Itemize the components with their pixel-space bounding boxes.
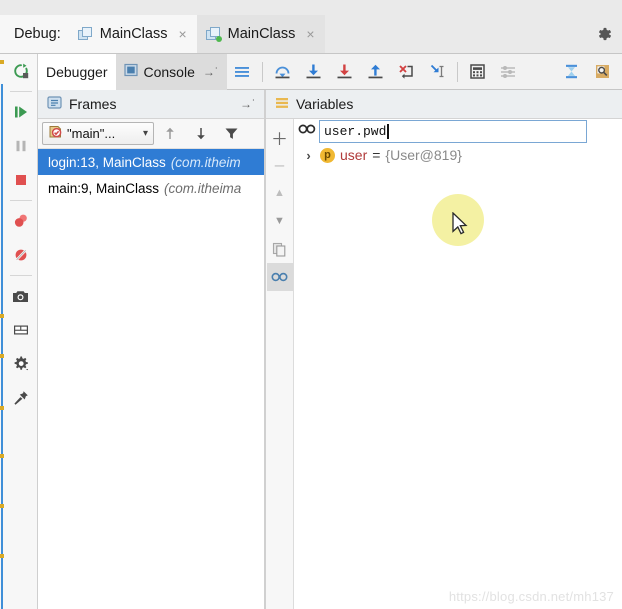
run-to-cursor-button[interactable] [422,57,453,87]
show-execution-point-button[interactable] [227,57,258,87]
rail-divider [9,200,32,201]
pin-button[interactable] [4,381,38,415]
rerun-button[interactable] [4,54,38,88]
variable-value: {User@819} [385,147,462,163]
step-into-button[interactable] [298,57,329,87]
class-file-icon [77,27,93,41]
pause-program-button[interactable] [4,129,38,163]
settings-filter-button[interactable] [493,57,524,87]
resume-program-button[interactable] [4,95,38,129]
force-step-into-button[interactable] [329,57,360,87]
variable-equals: = [372,147,381,163]
threads-button[interactable] [556,57,587,87]
tab-console[interactable]: Console →˙ [115,53,227,90]
watch-input-value: user.pwd [324,123,387,139]
copy-value-button[interactable] [267,235,293,263]
step-out-button[interactable] [360,57,391,87]
frames-icon [47,95,62,113]
thread-label: "main"... [67,126,116,141]
debug-actions-rail [4,54,38,609]
drop-frame-button[interactable] [391,57,422,87]
frame-row[interactable]: main:9, MainClass (com.itheima [38,175,265,201]
tab-console-label: Console [143,63,195,80]
inspect-button[interactable] [587,57,618,87]
debugger-toolbar: Debugger Console →˙ [38,53,622,90]
tab-debugger[interactable]: Debugger [38,53,116,90]
add-watch-button[interactable]: ＋ [267,123,293,151]
debug-label: Debug: [0,15,69,53]
window-tab-label: MainClass [99,26,168,42]
rail-divider [9,275,32,276]
layout-button[interactable] [4,313,38,347]
toggle-watches-button[interactable] [266,263,293,291]
frames-panel-header: Frames →˙ [38,90,265,119]
parameter-badge: p [320,147,335,163]
remove-watch-button[interactable]: – [267,151,293,179]
watermark: https://blog.csdn.net/mh137 [448,589,614,604]
expand-chevron-icon[interactable]: › [302,148,315,163]
variables-panel-header: Variables [266,90,622,119]
toolbar-divider [261,61,263,82]
console-icon [123,63,138,80]
mute-breakpoints-button[interactable] [4,238,38,272]
text-caret [387,123,389,139]
variables-panel: Variables ＋ – ▲ ▼ user.pwd › p user = {U… [266,90,622,609]
variable-name: user [340,147,368,163]
screenshot-button[interactable] [4,279,38,313]
close-icon[interactable]: × [178,27,186,41]
variables-title: Variables [296,96,354,112]
watch-input[interactable]: user.pwd [319,119,587,143]
settings-button[interactable] [4,347,38,381]
rail-divider [9,91,32,92]
thread-selector[interactable]: "main"... ▾ [42,122,154,145]
window-tab-mainclass-2[interactable]: MainClass × [196,15,325,53]
frame-package: (com.itheim [170,154,241,170]
watch-expression-row: user.pwd [294,119,622,143]
move-watch-up-button[interactable]: ▲ [267,179,293,207]
step-over-button[interactable] [267,57,298,87]
mouse-cursor [452,211,469,237]
watch-glasses-icon [298,122,316,140]
thread-icon [48,125,62,142]
tab-debugger-label: Debugger [46,63,108,80]
variables-toolbar: ＋ – ▲ ▼ [266,119,294,609]
frames-up-button[interactable] [154,120,185,148]
frame-row[interactable]: login:13, MainClass (com.itheim [38,149,265,175]
frame-package: (com.itheima [164,180,242,196]
gear-icon[interactable] [594,24,614,44]
variables-icon [275,96,289,113]
chevron-down-icon[interactable]: ▾ [143,128,148,139]
frame-location: main:9, MainClass [48,180,160,196]
move-watch-down-button[interactable]: ▼ [267,207,293,235]
hide-tab-icon[interactable]: →˙ [203,65,219,79]
frames-list: login:13, MainClass (com.itheim main:9, … [38,149,265,201]
frames-title: Frames [69,96,117,112]
class-file-running-icon [205,27,222,42]
debug-tool-window: Debug: MainClass × MainClass × Debugger … [0,0,622,609]
variables-tree: user.pwd › p user = {User@819} [294,119,622,609]
frame-location: login:13, MainClass [48,154,166,170]
evaluate-expression-button[interactable] [462,57,493,87]
close-icon[interactable]: × [306,27,314,41]
stop-button[interactable] [4,163,38,197]
frames-panel: Frames →˙ "main"... ▾ login:13, MainClas… [38,90,266,609]
view-breakpoints-button[interactable] [4,204,38,238]
frames-down-button[interactable] [185,120,216,148]
hide-frames-icon[interactable]: →˙ [240,97,256,111]
variable-row-user[interactable]: › p user = {User@819} [294,143,622,167]
toolbar-divider [456,61,458,82]
window-tab-bar: Debug: MainClass × MainClass × [0,0,622,54]
frames-toolbar: "main"... ▾ [38,119,265,149]
window-tab-mainclass-1[interactable]: MainClass × [68,15,197,53]
frames-filter-button[interactable] [216,120,247,148]
window-tab-label: MainClass [227,26,296,42]
